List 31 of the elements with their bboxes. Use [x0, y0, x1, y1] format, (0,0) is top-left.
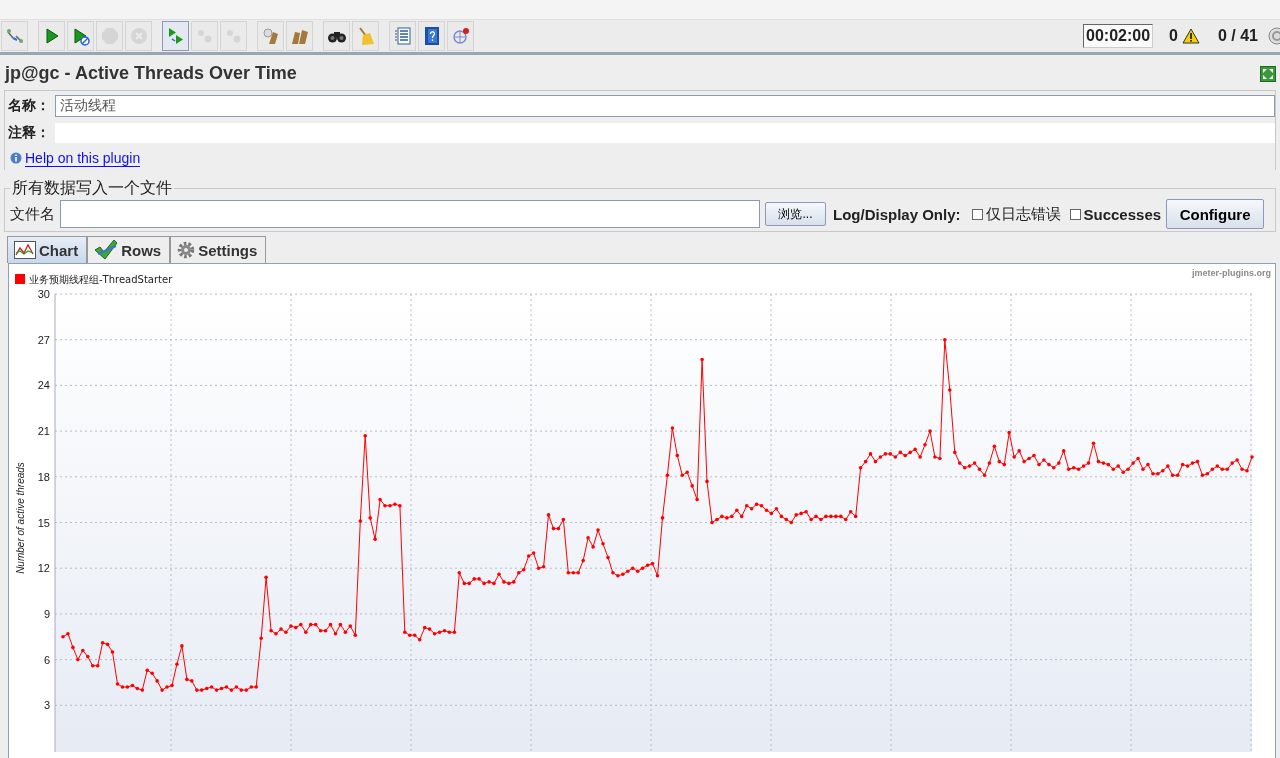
axis-tick-label: 9	[43, 607, 50, 620]
axis-tick-label: 6	[43, 653, 50, 666]
axis-tick-label: 27	[37, 333, 50, 346]
configure-button[interactable]: Configure	[1166, 199, 1265, 229]
axis-tick-label: 12	[37, 562, 50, 575]
log-display-label: Log/Display Only:	[833, 205, 961, 223]
tab[interactable]: Settings	[170, 236, 267, 263]
name-label: 名称：	[8, 96, 51, 115]
tab[interactable]: Rows	[87, 236, 171, 263]
checkbox-label[interactable]: 仅日志错误	[985, 204, 1061, 224]
y-axis-label: Number of active threads	[15, 462, 26, 574]
axis-tick-label: 3	[43, 699, 50, 712]
section-title: 所有数据写入一个文件	[11, 178, 173, 199]
credit-text: jmeter-plugins.org	[1192, 268, 1271, 278]
name-field[interactable]: 活动线程	[55, 94, 1275, 117]
axis-tick-label: 30	[37, 288, 50, 300]
help-link[interactable]: Help on this plugin	[25, 149, 141, 167]
axis-tick-label: 21	[37, 425, 50, 438]
axis-tick-label: 18	[37, 470, 50, 483]
comment-label: 注释：	[8, 123, 51, 142]
elapsed-time: 00:02:00	[1083, 24, 1154, 48]
error-count: 0	[1169, 27, 1178, 45]
tab[interactable]: Chart	[7, 236, 88, 263]
checkbox-label[interactable]: Successes	[1083, 205, 1162, 223]
legend-label: 业务预期线程组-ThreadStarter	[29, 274, 173, 285]
browse-button[interactable]: 浏览...	[765, 202, 826, 226]
thread-count: 0 / 41	[1217, 27, 1258, 45]
panel-title: jp@gc - Active Threads Over Time	[5, 63, 297, 84]
axis-tick-label: 24	[37, 379, 50, 392]
axis-tick-label: 15	[37, 516, 50, 529]
filename-label: 文件名	[10, 204, 55, 224]
